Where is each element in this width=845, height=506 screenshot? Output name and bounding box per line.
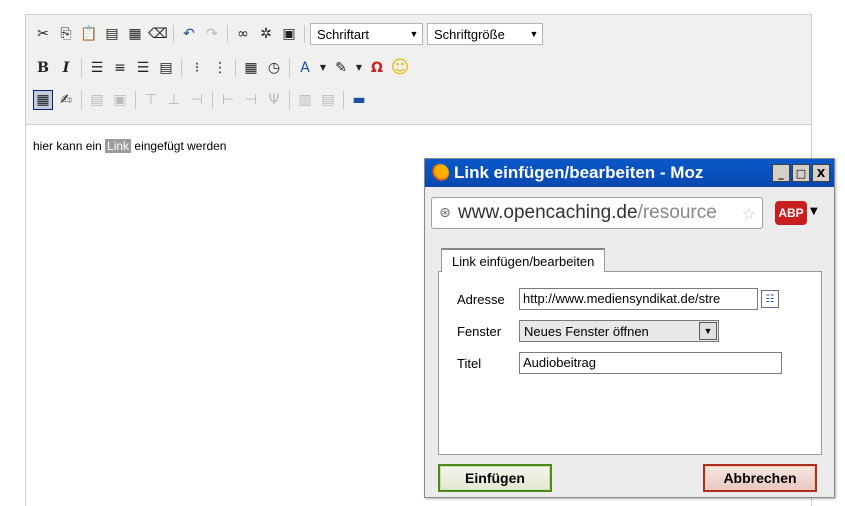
undo-icon[interactable]: ↶ — [179, 24, 199, 44]
cut-icon[interactable]: ✂ — [33, 24, 53, 44]
font-size-label: Schriftgröße — [434, 26, 505, 42]
eraser-icon[interactable]: ⌫ — [148, 24, 168, 44]
toolbar-separator — [212, 91, 213, 109]
window-label: Fenster — [457, 323, 502, 339]
split-cells-icon[interactable]: ▥ — [295, 90, 315, 110]
content-text-after: eingefügt werden — [131, 139, 227, 153]
cell-props-icon[interactable]: ▣ — [110, 90, 130, 110]
window-select-value: Neues Fenster öffnen — [524, 323, 649, 339]
toolbar-separator — [81, 59, 82, 77]
font-size-select[interactable]: Schriftgröße ▼ — [427, 23, 543, 45]
row-props-icon[interactable]: ▤ — [87, 90, 107, 110]
copy-icon[interactable]: ⎘ — [56, 24, 76, 44]
toolbar-separator — [343, 91, 344, 109]
link-form-panel: Adresse http://www.mediensyndikat.de/str… — [438, 271, 822, 455]
selected-link-text: Link — [105, 139, 132, 153]
toolbar-separator — [181, 59, 182, 77]
delete-col-icon[interactable]: Ψ — [264, 90, 284, 110]
address-row: Adresse http://www.mediensyndikat.de/str… — [457, 288, 779, 310]
redo-icon[interactable]: ↷ — [202, 24, 222, 44]
toolbar-separator — [235, 59, 236, 77]
toolbar-separator — [173, 25, 174, 43]
url-text: www.opencaching.de/resource — [458, 202, 717, 224]
toolbar-separator — [304, 25, 305, 43]
align-right-icon[interactable]: ☰ — [133, 58, 153, 78]
bold-button[interactable]: B — [33, 58, 53, 78]
firefox-icon — [431, 164, 449, 182]
chevron-down-icon[interactable]: ▼ — [354, 58, 364, 78]
toolbar-separator — [135, 91, 136, 109]
table-icon[interactable]: ▦ — [33, 90, 53, 110]
url-bar[interactable]: ⊛ www.opencaching.de/resource ☆ — [431, 197, 763, 229]
toolbar-separator — [289, 59, 290, 77]
align-left-icon[interactable]: ☰ — [87, 58, 107, 78]
url-domain: www.opencaching.de — [458, 202, 638, 223]
time-icon[interactable]: ◷ — [264, 58, 284, 78]
font-family-label: Schriftart — [317, 26, 370, 42]
chevron-down-icon: ▼ — [699, 322, 717, 340]
text-color-button[interactable]: A — [295, 58, 315, 78]
title-input[interactable]: Audiobeitrag — [519, 352, 782, 374]
site-identity-icon[interactable]: ⊛ — [432, 205, 458, 221]
toolbar-row-2: B I ☰ ≡ ☰ ▤ ⁝ ⋮ ▦ ◷ A ▼ ✎ ▼ Ω ☺ — [33, 55, 413, 81]
chevron-down-icon[interactable]: ▼ — [810, 206, 818, 217]
paste-icon[interactable]: 📋 — [79, 24, 99, 44]
chevron-down-icon: ▼ — [409, 29, 419, 39]
window-row: Fenster Neues Fenster öffnen ▼ — [457, 320, 719, 342]
toolbar-row-3: ▦ ✍ ▤ ▣ ⊤ ⊥ ⊣ ⊢ ⊣ Ψ ▥ ▤ ▬ — [33, 87, 372, 113]
toolbar-separator — [81, 91, 82, 109]
close-button[interactable]: X — [812, 164, 830, 182]
delete-row-icon[interactable]: ⊣ — [187, 90, 207, 110]
browse-icon[interactable]: ☷ — [761, 290, 779, 308]
unlink-icon[interactable]: ✲ — [256, 24, 276, 44]
italic-button[interactable]: I — [56, 58, 76, 78]
date-icon[interactable]: ▦ — [241, 58, 261, 78]
bullet-list-icon[interactable]: ⁝ — [187, 58, 207, 78]
merge-cells-icon[interactable]: ▤ — [318, 90, 338, 110]
address-label: Adresse — [457, 291, 505, 307]
dialog-titlebar[interactable]: Link einfügen/bearbeiten - Moz _ □ X — [425, 159, 834, 187]
insert-col-before-icon[interactable]: ⊢ — [218, 90, 238, 110]
address-input[interactable]: http://www.mediensyndikat.de/stre — [519, 288, 758, 310]
align-justify-icon[interactable]: ▤ — [156, 58, 176, 78]
editor-content[interactable]: hier kann ein Link eingefügt werden — [33, 139, 226, 153]
link-dialog: Link einfügen/bearbeiten - Moz _ □ X ⊛ w… — [424, 158, 835, 498]
adblock-plus-button[interactable]: ABP — [775, 201, 807, 225]
highlight-color-icon[interactable]: ✎ — [331, 58, 351, 78]
window-controls: _ □ X — [770, 164, 830, 182]
minimize-button[interactable]: _ — [772, 164, 790, 182]
maximize-button[interactable]: □ — [792, 164, 810, 182]
dialog-title: Link einfügen/bearbeiten - Moz — [454, 163, 704, 182]
tab-link-edit[interactable]: Link einfügen/bearbeiten — [441, 248, 606, 272]
image-icon[interactable]: ▣ — [279, 24, 299, 44]
table-edit-icon[interactable]: ✍ — [56, 90, 76, 110]
insert-row-before-icon[interactable]: ⊤ — [141, 90, 161, 110]
paste-text-icon[interactable]: ▤ — [102, 24, 122, 44]
link-icon[interactable]: ∞ — [233, 24, 253, 44]
cancel-button[interactable]: Abbrechen — [703, 464, 817, 492]
insert-row-after-icon[interactable]: ⊥ — [164, 90, 184, 110]
insert-col-after-icon[interactable]: ⊣ — [241, 90, 261, 110]
font-family-select[interactable]: Schriftart ▼ — [310, 23, 423, 45]
content-text-before: hier kann ein — [33, 139, 106, 153]
url-path: /resource — [637, 202, 717, 223]
special-char-button[interactable]: Ω — [367, 58, 387, 78]
chevron-down-icon: ▼ — [529, 29, 539, 39]
smiley-icon[interactable]: ☺ — [390, 58, 410, 78]
title-label: Titel — [457, 355, 482, 371]
window-select[interactable]: Neues Fenster öffnen ▼ — [519, 320, 719, 342]
numbered-list-icon[interactable]: ⋮ — [210, 58, 230, 78]
horizontal-rule-icon[interactable]: ▬ — [349, 90, 369, 110]
bookmark-star-icon[interactable]: ☆ — [742, 204, 756, 223]
title-row: Titel Audiobeitrag — [457, 352, 782, 374]
toolbar-separator — [227, 25, 228, 43]
toolbar-separator — [289, 91, 290, 109]
paste-word-icon[interactable]: ▦ — [125, 24, 145, 44]
chevron-down-icon[interactable]: ▼ — [318, 58, 328, 78]
align-center-icon[interactable]: ≡ — [110, 58, 130, 78]
editor-toolbar: ✂ ⎘ 📋 ▤ ▦ ⌫ ↶ ↷ ∞ ✲ ▣ Schriftart ▼ Schri… — [26, 15, 811, 125]
insert-button[interactable]: Einfügen — [438, 464, 552, 492]
toolbar-row-1: ✂ ⎘ 📋 ▤ ▦ ⌫ ↶ ↷ ∞ ✲ ▣ Schriftart ▼ Schri… — [33, 21, 547, 47]
